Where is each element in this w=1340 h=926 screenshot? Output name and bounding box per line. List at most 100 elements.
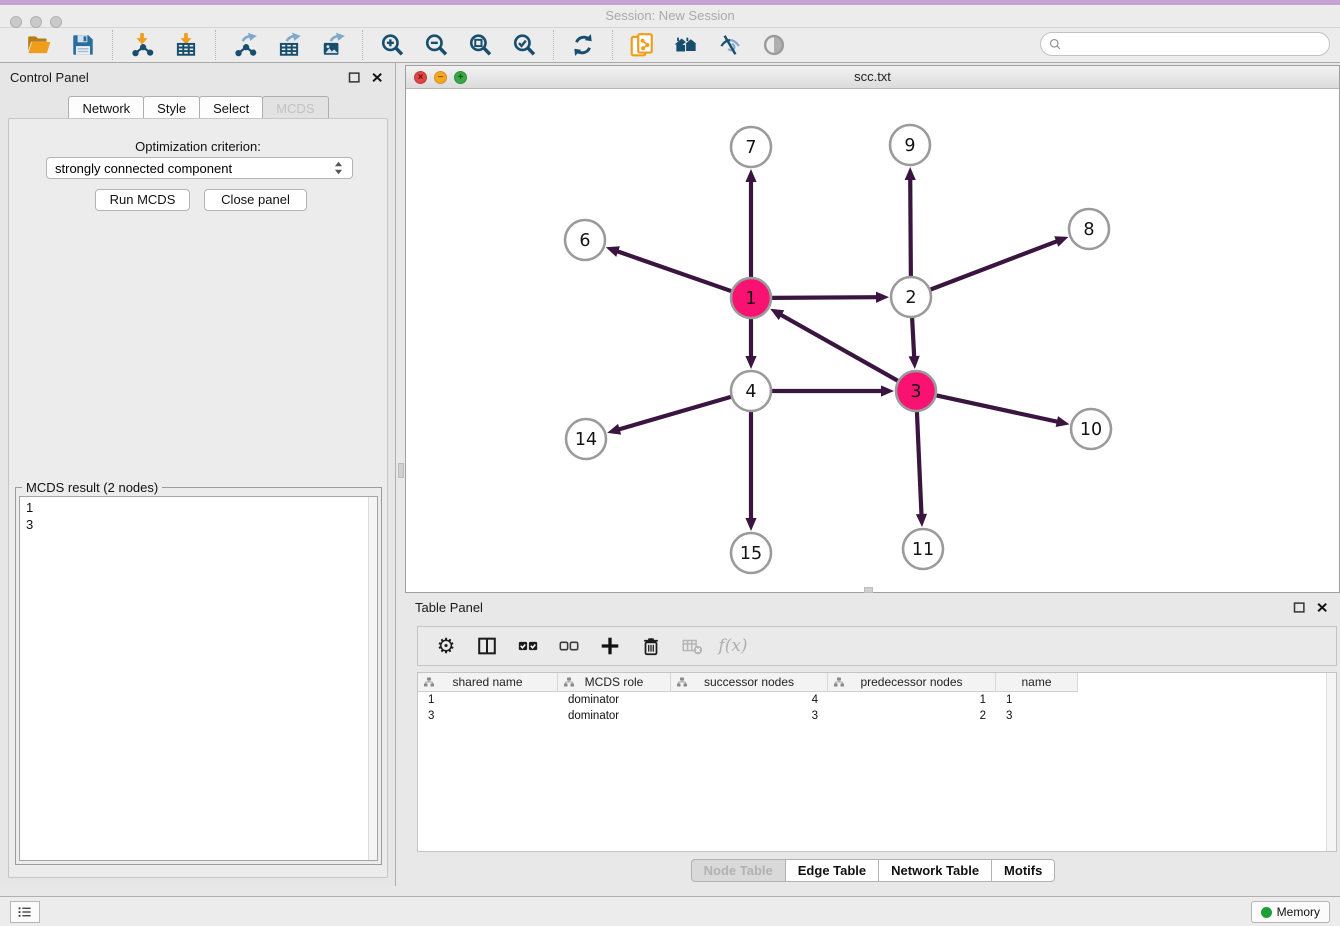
close-panel-icon[interactable]: [370, 70, 385, 85]
search-box[interactable]: [1040, 32, 1330, 56]
table-cell[interactable]: 2: [828, 708, 996, 724]
zoom-selected-icon[interactable]: [509, 30, 539, 60]
import-network-icon[interactable]: [127, 30, 157, 60]
edge-arrowhead: [909, 356, 920, 369]
tab-select[interactable]: Select: [199, 96, 263, 120]
zoom-in-icon[interactable]: [377, 30, 407, 60]
network-canvas[interactable]: 7968124314101511: [406, 89, 1339, 592]
tab-edge-table[interactable]: Edge Table: [785, 859, 879, 882]
maximize-window-icon[interactable]: [50, 16, 62, 28]
edge-3-10[interactable]: [937, 395, 1059, 422]
column-header-successor-nodes[interactable]: successor nodes: [671, 673, 828, 692]
export-table-icon[interactable]: [274, 30, 304, 60]
tab-style[interactable]: Style: [143, 96, 200, 120]
float-table-panel-icon[interactable]: [1292, 600, 1307, 615]
column-header-MCDS-role[interactable]: MCDS role: [558, 673, 671, 692]
select-all-rows-icon[interactable]: [516, 634, 540, 658]
splitter-handle-left[interactable]: [398, 463, 404, 478]
export-image-icon[interactable]: [318, 30, 348, 60]
optimization-criterion-select[interactable]: strongly connected component: [46, 157, 353, 179]
edge-arrowhead: [745, 356, 756, 369]
import-table-icon[interactable]: [171, 30, 201, 60]
open-session-icon[interactable]: [24, 30, 54, 60]
table-cell[interactable]: 1: [418, 692, 558, 708]
mcds-result-item: 3: [26, 516, 377, 533]
table-cell[interactable]: 3: [418, 708, 558, 724]
node-table[interactable]: shared nameMCDS rolesuccessor nodesprede…: [417, 672, 1337, 852]
edge-2-9[interactable]: [910, 178, 911, 276]
column-header-predecessor-nodes[interactable]: predecessor nodes: [828, 673, 996, 692]
network-window-titlebar[interactable]: × − + scc.txt: [406, 66, 1339, 89]
minimize-window-icon[interactable]: [30, 16, 42, 28]
column-header-name[interactable]: name: [996, 673, 1078, 692]
mcds-result-item: 1: [26, 499, 377, 516]
table-cell[interactable]: dominator: [558, 708, 671, 724]
tab-network-table[interactable]: Network Table: [878, 859, 992, 882]
home-icon[interactable]: [671, 30, 701, 60]
edge-arrowhead: [876, 292, 889, 303]
close-panel-button[interactable]: Close panel: [204, 189, 307, 211]
show-graphics-icon[interactable]: [759, 30, 789, 60]
zoom-fit-icon[interactable]: [465, 30, 495, 60]
table-row[interactable]: 1dominator411: [418, 692, 1336, 708]
network-close-icon[interactable]: ×: [414, 71, 427, 84]
edge-1-2[interactable]: [772, 297, 878, 298]
table-cell[interactable]: 3: [996, 708, 1078, 724]
edge-2-3[interactable]: [912, 318, 914, 358]
column-type-icon: [676, 676, 688, 688]
edge-2-8[interactable]: [931, 241, 1059, 290]
run-mcds-button[interactable]: Run MCDS: [95, 189, 190, 211]
node-label-14: 14: [575, 430, 597, 450]
mcds-result-title: MCDS result (2 nodes): [22, 480, 162, 495]
node-label-11: 11: [912, 540, 934, 560]
edge-4-14[interactable]: [618, 397, 731, 430]
node-label-8: 8: [1083, 220, 1094, 240]
memory-button[interactable]: Memory: [1251, 901, 1330, 923]
table-options-icon[interactable]: ⚙: [434, 634, 458, 658]
tab-node-table[interactable]: Node Table: [691, 859, 786, 882]
clone-network-icon[interactable]: [627, 30, 657, 60]
table-tabs: Node TableEdge TableNetwork TableMotifs: [405, 859, 1340, 882]
table-row[interactable]: 3dominator323: [418, 708, 1336, 724]
column-header-shared-name[interactable]: shared name: [418, 673, 558, 692]
edge-arrowhead: [905, 167, 916, 180]
save-session-icon[interactable]: [68, 30, 98, 60]
network-minimize-icon[interactable]: −: [434, 71, 447, 84]
result-scrollbar[interactable]: [368, 497, 377, 860]
table-cell[interactable]: 1: [996, 692, 1078, 708]
export-network-icon[interactable]: [230, 30, 260, 60]
table-cell[interactable]: 1: [828, 692, 996, 708]
tab-mcds[interactable]: MCDS: [262, 96, 328, 120]
edge-3-11[interactable]: [917, 412, 922, 516]
mcds-result-list[interactable]: 13: [19, 496, 378, 861]
table-cell[interactable]: 3: [671, 708, 828, 724]
edge-3-1[interactable]: [780, 314, 898, 380]
add-column-icon[interactable]: [598, 634, 622, 658]
task-history-button[interactable]: [10, 901, 40, 923]
deselect-all-rows-icon[interactable]: [557, 634, 581, 658]
node-label-6: 6: [579, 231, 590, 251]
zoom-out-icon[interactable]: [421, 30, 451, 60]
column-type-icon: [563, 676, 575, 688]
table-scrollbar[interactable]: [1326, 673, 1336, 851]
show-columns-icon[interactable]: [475, 634, 499, 658]
search-input[interactable]: [1063, 34, 1329, 54]
edge-arrowhead: [745, 518, 756, 531]
tab-network[interactable]: Network: [68, 96, 144, 120]
hide-graphics-icon[interactable]: [715, 30, 745, 60]
node-label-4: 4: [745, 382, 756, 402]
mcds-panel: Optimization criterion: strongly connect…: [8, 118, 388, 878]
close-table-panel-icon[interactable]: [1315, 600, 1330, 615]
tab-motifs[interactable]: Motifs: [991, 859, 1055, 882]
edge-arrowhead: [607, 424, 621, 435]
table-cell[interactable]: dominator: [558, 692, 671, 708]
edge-arrowhead: [606, 246, 620, 257]
float-panel-icon[interactable]: [347, 70, 362, 85]
edge-1-6[interactable]: [616, 251, 731, 291]
close-window-icon[interactable]: [10, 16, 22, 28]
node-label-2: 2: [905, 288, 916, 308]
delete-row-icon[interactable]: [639, 634, 663, 658]
refresh-icon[interactable]: [568, 30, 598, 60]
table-cell[interactable]: 4: [671, 692, 828, 708]
network-maximize-icon[interactable]: +: [454, 71, 467, 84]
